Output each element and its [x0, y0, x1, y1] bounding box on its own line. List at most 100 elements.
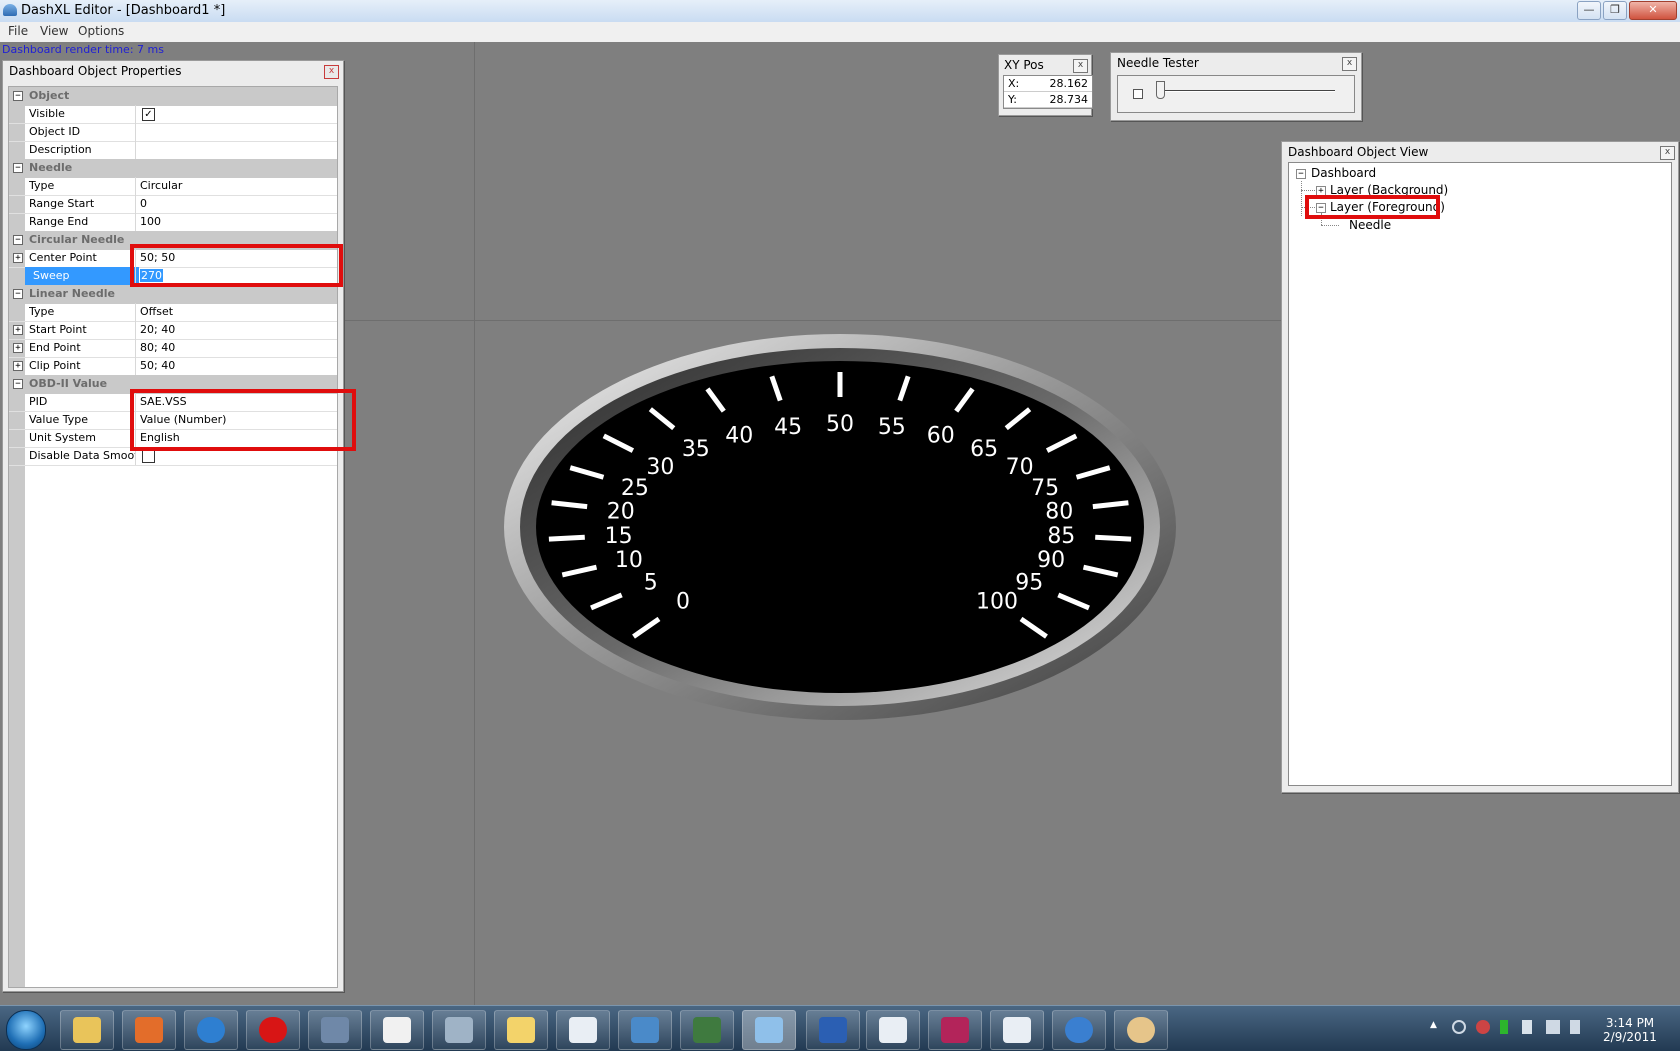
taskbar: ▲ 3:14 PM 2/9/2011: [0, 1005, 1680, 1051]
taskbar-app-11[interactable]: [990, 1010, 1044, 1050]
tree-node-dashboard[interactable]: Dashboard: [1311, 166, 1376, 180]
property-value[interactable]: 100: [135, 213, 338, 231]
volume-tray-icon[interactable]: [1570, 1020, 1580, 1034]
taskbar-app-10[interactable]: [928, 1010, 982, 1050]
taskbar-app-7[interactable]: [618, 1010, 672, 1050]
property-row-linear-type[interactable]: Type Offset: [9, 303, 337, 322]
taskbar-itunes[interactable]: [1052, 1010, 1106, 1050]
property-row-end-point[interactable]: + End Point 80; 40: [9, 339, 337, 358]
collapse-icon[interactable]: −: [13, 163, 23, 173]
taskbar-app-9[interactable]: [866, 1010, 920, 1050]
property-grid[interactable]: − Object Visible ✓ Object ID Description…: [8, 86, 356, 988]
security-tray-icon[interactable]: [1476, 1020, 1490, 1034]
taskbar-dashxl[interactable]: [742, 1010, 796, 1050]
needle-slider-track[interactable]: [1159, 90, 1335, 92]
speedometer-gauge[interactable]: 0510152025303540 45 50 55 606570758085909510…: [504, 334, 1176, 720]
collapse-icon[interactable]: −: [13, 235, 23, 245]
property-value[interactable]: 50; 40: [135, 357, 338, 375]
window-app-icon: [135, 1017, 163, 1043]
property-row-start-point[interactable]: + Start Point 20; 40: [9, 321, 337, 340]
property-row-description[interactable]: Description: [9, 141, 337, 160]
needle-tester-panel: Needle Tester x: [1110, 52, 1362, 121]
property-name: Disable Data Smoothin: [29, 449, 135, 462]
gauge-label: 45: [774, 415, 802, 440]
gauge-label: 55: [878, 415, 906, 440]
property-value[interactable]: [135, 123, 338, 141]
property-value[interactable]: 20; 40: [135, 321, 338, 339]
clock[interactable]: 3:14 PM 2/9/2011: [1600, 1016, 1660, 1044]
category-object[interactable]: − Object: [9, 87, 337, 106]
property-row-type[interactable]: Type Circular: [9, 177, 337, 196]
taskbar-app-4[interactable]: [432, 1010, 486, 1050]
expand-icon[interactable]: +: [13, 325, 23, 335]
property-value[interactable]: 0: [135, 195, 338, 213]
property-value[interactable]: ✓: [135, 105, 338, 123]
properties-close-icon[interactable]: x: [324, 65, 339, 79]
needle-tester-close-icon[interactable]: x: [1342, 57, 1357, 71]
taskbar-app-6[interactable]: [556, 1010, 610, 1050]
network-tray-icon[interactable]: [1452, 1020, 1466, 1034]
property-row-clip-point[interactable]: + Clip Point 50; 40: [9, 357, 337, 376]
gauge-label: 5: [644, 570, 658, 595]
disable-smoothing-checkbox[interactable]: [142, 450, 155, 463]
gauge-label: 20: [607, 500, 635, 525]
needle-tester-checkbox[interactable]: [1133, 89, 1143, 99]
collapse-icon[interactable]: −: [13, 379, 23, 389]
taskbar-app-2[interactable]: [308, 1010, 362, 1050]
collapse-icon[interactable]: −: [1296, 169, 1306, 179]
close-button[interactable]: ✕: [1629, 1, 1677, 20]
expand-icon[interactable]: +: [13, 253, 23, 263]
collapse-icon[interactable]: −: [13, 91, 23, 101]
property-value[interactable]: Offset: [135, 303, 338, 321]
flag-tray-icon[interactable]: [1522, 1020, 1532, 1034]
category-label: Needle: [29, 161, 73, 174]
needle-slider-thumb[interactable]: [1156, 81, 1165, 99]
collapse-icon[interactable]: −: [13, 289, 23, 299]
taskbar-app-3[interactable]: [370, 1010, 424, 1050]
tree-node-needle[interactable]: Needle: [1349, 218, 1391, 232]
taskbar-app-8[interactable]: [680, 1010, 734, 1050]
menu-file[interactable]: File: [8, 24, 28, 38]
app-icon: [3, 4, 17, 16]
properties-panel-title: Dashboard Object Properties: [9, 64, 182, 78]
gauge-label: 15: [605, 524, 633, 549]
menu-options[interactable]: Options: [78, 24, 124, 38]
xy-pos-close-icon[interactable]: x: [1073, 59, 1088, 73]
taskbar-paint[interactable]: [1114, 1010, 1168, 1050]
display-tray-icon[interactable]: [1546, 1020, 1560, 1034]
property-row-visible[interactable]: Visible ✓: [9, 105, 337, 124]
minimize-button[interactable]: —: [1577, 1, 1601, 20]
paint-icon: [1127, 1017, 1155, 1043]
xy-pos-panel: XY Pos x X: 28.162 Y: 28.734: [998, 54, 1093, 116]
property-value[interactable]: [135, 141, 338, 159]
tray-expand-icon[interactable]: ▲: [1430, 1020, 1444, 1034]
access-icon: [941, 1017, 969, 1043]
taskbar-app-5[interactable]: [494, 1010, 548, 1050]
property-name-selected: Sweep: [25, 267, 139, 285]
property-value[interactable]: Circular: [135, 177, 338, 195]
battery-tray-icon[interactable]: [1500, 1020, 1508, 1034]
object-view-close-icon[interactable]: x: [1660, 146, 1675, 160]
property-value[interactable]: 80; 40: [135, 339, 338, 357]
property-row-object-id[interactable]: Object ID: [9, 123, 337, 142]
expand-icon[interactable]: +: [13, 343, 23, 353]
category-needle[interactable]: − Needle: [9, 159, 337, 178]
taskbar-explorer[interactable]: [60, 1010, 114, 1050]
property-name: Type: [29, 305, 55, 318]
taskbar-word[interactable]: [806, 1010, 860, 1050]
start-button[interactable]: [6, 1010, 46, 1050]
property-row-range-end[interactable]: Range End 100: [9, 213, 337, 232]
category-linear-needle[interactable]: − Linear Needle: [9, 285, 337, 304]
menu-view[interactable]: View: [40, 24, 68, 38]
maximize-button[interactable]: ❐: [1603, 1, 1627, 20]
taskbar-app-1[interactable]: [122, 1010, 176, 1050]
property-row-range-start[interactable]: Range Start 0: [9, 195, 337, 214]
object-tree[interactable]: − Dashboard + Layer (Background) − Layer…: [1288, 162, 1672, 786]
visible-checkbox[interactable]: ✓: [142, 108, 155, 121]
property-name: Range End: [29, 215, 89, 228]
monitor-icon: [693, 1017, 721, 1043]
taskbar-ie[interactable]: [184, 1010, 238, 1050]
property-name: PID: [29, 395, 48, 408]
expand-icon[interactable]: +: [13, 361, 23, 371]
taskbar-opera[interactable]: [246, 1010, 300, 1050]
